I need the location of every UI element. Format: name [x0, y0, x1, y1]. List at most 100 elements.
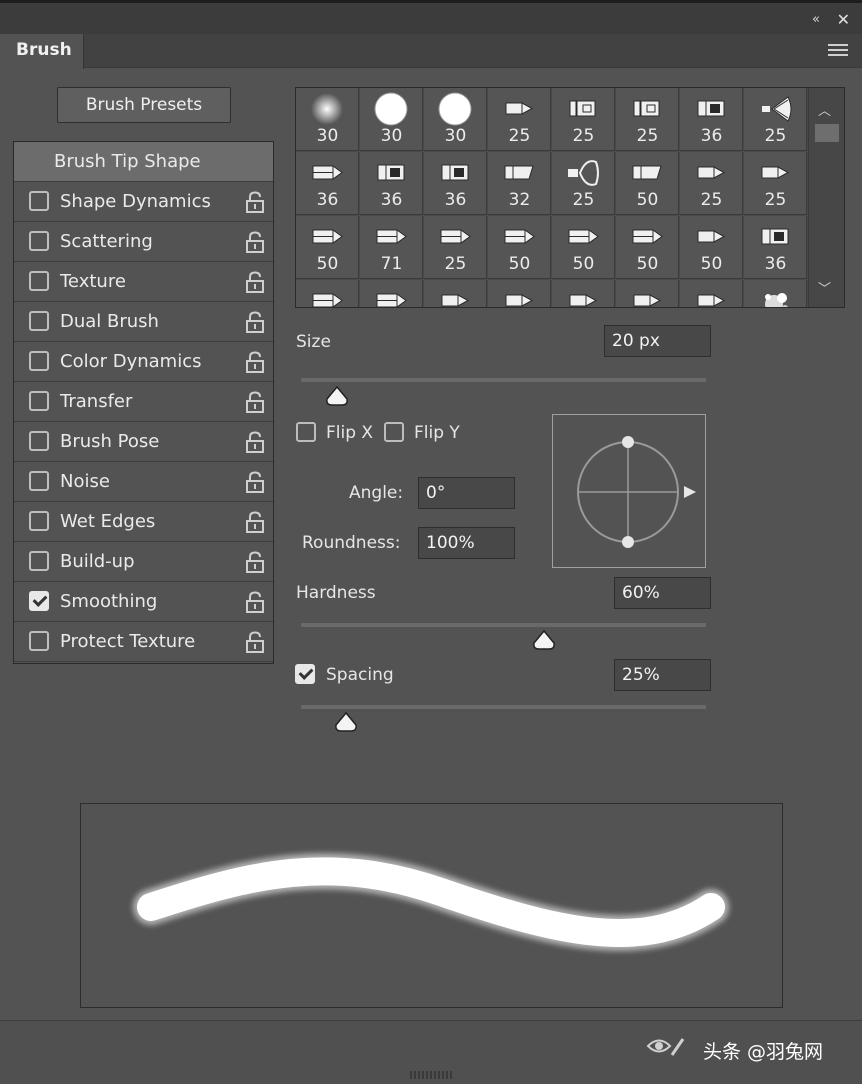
transfer-checkbox[interactable]	[29, 391, 49, 411]
resize-grip[interactable]	[410, 1071, 454, 1079]
unlock-icon[interactable]	[245, 351, 265, 373]
setting-shape-dynamics[interactable]: Shape Dynamics	[14, 182, 273, 222]
panel-tab-row: Brush	[0, 34, 862, 69]
spacing-field[interactable]: 25%	[614, 659, 711, 691]
unlock-icon[interactable]	[245, 551, 265, 573]
brush-tip-size: 25	[572, 126, 595, 146]
setting-build-up[interactable]: Build-up	[14, 542, 273, 582]
brush-tip-cell[interactable]: 36	[680, 88, 743, 151]
chevron-up-icon[interactable]: ︿	[818, 100, 831, 119]
brush-tip-size: 36	[700, 126, 723, 146]
build-up-checkbox[interactable]	[29, 551, 49, 571]
setting-brush-pose[interactable]: Brush Pose	[14, 422, 273, 462]
brush-pose-checkbox[interactable]	[29, 431, 49, 451]
hardness-slider-track[interactable]	[301, 623, 706, 627]
unlock-icon[interactable]	[245, 631, 265, 653]
setting-wet-edges[interactable]: Wet Edges	[14, 502, 273, 542]
brush-tip-cell[interactable]: 50	[552, 216, 615, 279]
brush-tip-cell[interactable]: 30	[424, 88, 487, 151]
brush-tip-cell[interactable]: 25	[616, 88, 679, 151]
brush-tip-cell[interactable]: 50	[680, 216, 743, 279]
pencil-tip-icon	[488, 220, 551, 254]
brush-tip-size: 30	[316, 126, 339, 146]
brush-tip-cell[interactable]: 71	[360, 216, 423, 279]
unlock-icon[interactable]	[245, 431, 265, 453]
toggle-live-tip-preview-icon[interactable]	[646, 1033, 686, 1059]
protect-texture-checkbox[interactable]	[29, 631, 49, 651]
brush-tip-cell[interactable]: 36	[296, 152, 359, 215]
setting-smoothing[interactable]: Smoothing	[14, 582, 273, 622]
scrollbar-thumb[interactable]	[815, 124, 839, 142]
brush-tip-cell[interactable]: 50	[488, 216, 551, 279]
brush-tip-cell[interactable]	[424, 280, 487, 307]
brush-tip-cell[interactable]: 25	[744, 88, 807, 151]
brush-tip-cell[interactable]	[360, 280, 423, 307]
setting-protect-texture[interactable]: Protect Texture	[14, 622, 273, 662]
setting-texture[interactable]: Texture	[14, 262, 273, 302]
collapse-panel-icon[interactable]: «	[812, 12, 820, 27]
brush-tip-cell[interactable]: 50	[616, 216, 679, 279]
scattering-checkbox[interactable]	[29, 231, 49, 251]
brush-tip-cell[interactable]: 50	[616, 152, 679, 215]
chevron-down-icon[interactable]: ﹀	[818, 278, 831, 297]
brush-tip-cell[interactable]: 25	[488, 88, 551, 151]
brush-tip-cell[interactable]: 30	[360, 88, 423, 151]
smoothing-checkbox[interactable]	[29, 591, 49, 611]
brush-tip-cell[interactable]: 30	[296, 88, 359, 151]
unlock-icon[interactable]	[245, 271, 265, 293]
brush-tip-cell[interactable]: 36	[424, 152, 487, 215]
brush-tip-cell[interactable]: 25	[424, 216, 487, 279]
brush-tip-cell[interactable]: 25	[552, 88, 615, 151]
brush-tip-cell[interactable]	[616, 280, 679, 307]
brush-tip-cell[interactable]	[296, 280, 359, 307]
tab-brush[interactable]: Brush	[0, 34, 84, 69]
roundness-field[interactable]: 100%	[418, 527, 515, 559]
size-field[interactable]: 20 px	[604, 325, 711, 357]
size-slider-track[interactable]	[301, 378, 706, 382]
brush-tip-cell[interactable]	[744, 280, 807, 307]
brush-tip-cell[interactable]	[680, 280, 743, 307]
flip-x-checkbox[interactable]	[296, 422, 316, 442]
setting-dual-brush[interactable]: Dual Brush	[14, 302, 273, 342]
unlock-icon[interactable]	[245, 591, 265, 613]
texture-checkbox[interactable]	[29, 271, 49, 291]
unlock-icon[interactable]	[245, 231, 265, 253]
setting-brush-tip-shape[interactable]: Brush Tip Shape	[14, 142, 273, 182]
setting-scattering[interactable]: Scattering	[14, 222, 273, 262]
spacing-slider-track[interactable]	[301, 705, 706, 709]
brush-tip-scrollbar[interactable]: ︿ ﹀	[808, 88, 844, 307]
shape-dynamics-checkbox[interactable]	[29, 191, 49, 211]
brush-tip-cell[interactable]: 32	[488, 152, 551, 215]
panel-menu-icon[interactable]	[828, 44, 848, 58]
setting-transfer[interactable]: Transfer	[14, 382, 273, 422]
brush-tip-cell[interactable]	[488, 280, 551, 307]
spacing-checkbox[interactable]	[295, 664, 315, 684]
brush-tip-cell[interactable]: 25	[680, 152, 743, 215]
brush-tip-cell[interactable]: 25	[744, 152, 807, 215]
unlock-icon[interactable]	[245, 391, 265, 413]
dual-brush-checkbox[interactable]	[29, 311, 49, 331]
unlock-icon[interactable]	[245, 511, 265, 533]
unlock-icon[interactable]	[245, 311, 265, 333]
brush-tip-cell[interactable]: 36	[744, 216, 807, 279]
unlock-icon[interactable]	[245, 191, 265, 213]
brush-presets-button[interactable]: Brush Presets	[57, 87, 231, 123]
angle-roundness-widget[interactable]	[552, 414, 706, 568]
hardness-field[interactable]: 60%	[614, 577, 711, 609]
hardness-slider-thumb[interactable]	[532, 630, 556, 650]
unlock-icon[interactable]	[245, 471, 265, 493]
spacing-slider-thumb[interactable]	[334, 712, 358, 732]
brush-tip-cell[interactable]: 36	[360, 152, 423, 215]
wet-edges-checkbox[interactable]	[29, 511, 49, 531]
brush-tip-cell[interactable]	[552, 280, 615, 307]
size-slider-thumb[interactable]	[325, 386, 349, 406]
noise-checkbox[interactable]	[29, 471, 49, 491]
brush-tip-cell[interactable]: 50	[296, 216, 359, 279]
close-panel-icon[interactable]: ✕	[837, 10, 850, 29]
color-dynamics-checkbox[interactable]	[29, 351, 49, 371]
brush-tip-cell[interactable]: 25	[552, 152, 615, 215]
setting-noise[interactable]: Noise	[14, 462, 273, 502]
angle-field[interactable]: 0°	[418, 477, 515, 509]
flip-y-checkbox[interactable]	[384, 422, 404, 442]
setting-color-dynamics[interactable]: Color Dynamics	[14, 342, 273, 382]
